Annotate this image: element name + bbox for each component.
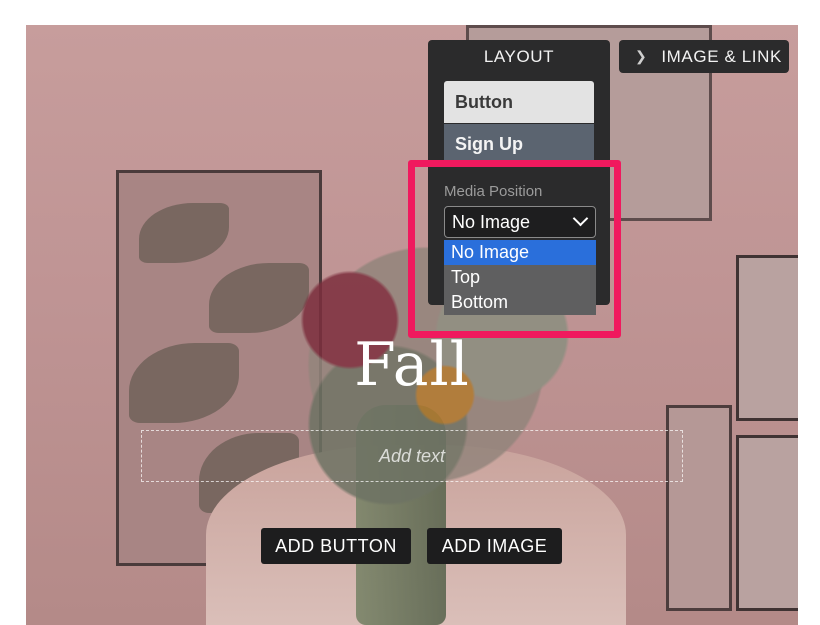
tab-image-link[interactable]: ❯ IMAGE & LINK: [619, 40, 789, 73]
page-title[interactable]: Fall: [26, 330, 798, 400]
add-text-placeholder: Add text: [378, 445, 446, 466]
highlight-box: [408, 160, 621, 338]
wall-frame-right-lower: [736, 435, 798, 611]
style-option-label: Button: [455, 91, 513, 112]
add-image-button[interactable]: ADD IMAGE: [427, 528, 562, 564]
leaf-shape: [139, 203, 229, 263]
add-text-field[interactable]: Add text: [141, 430, 683, 482]
chevron-right-icon: ❯: [635, 48, 648, 64]
add-button-button[interactable]: ADD BUTTON: [261, 528, 411, 564]
style-option-signup[interactable]: Sign Up: [444, 124, 594, 164]
layout-panel-header[interactable]: LAYOUT: [428, 40, 610, 74]
style-option-button[interactable]: Button: [444, 81, 594, 123]
style-option-label: Sign Up: [455, 133, 523, 154]
tab-image-link-label: IMAGE & LINK: [661, 46, 782, 66]
